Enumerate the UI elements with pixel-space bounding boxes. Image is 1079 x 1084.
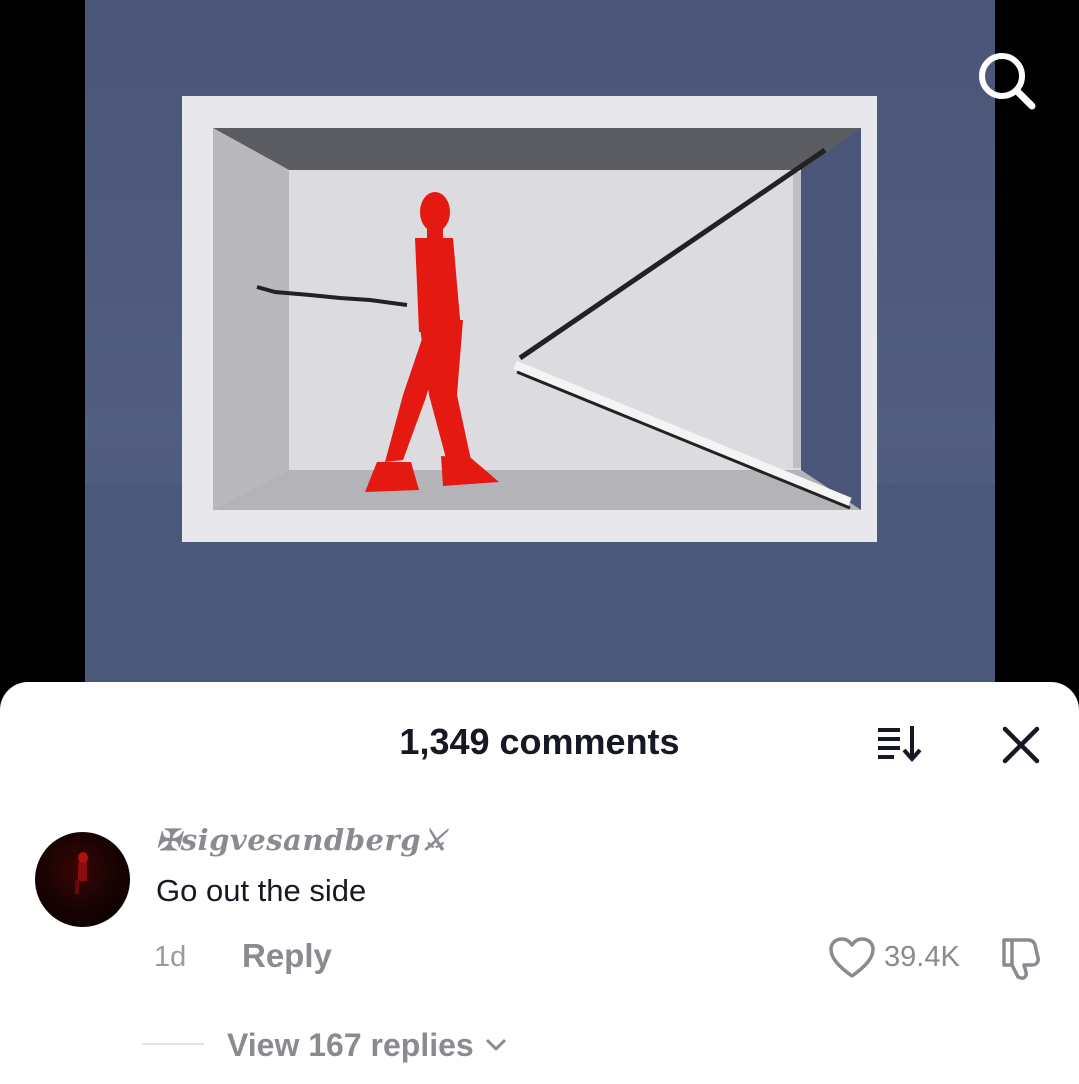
thumbs-down-icon bbox=[1002, 938, 1040, 980]
comments-sheet: 1,349 comments ✠sigvesandberg⚔ Go out th… bbox=[0, 682, 1079, 1084]
sort-button[interactable] bbox=[874, 724, 926, 764]
like-count: 39.4K bbox=[884, 941, 960, 973]
search-icon bbox=[979, 53, 1036, 110]
search-button[interactable] bbox=[972, 44, 1042, 114]
avatar[interactable] bbox=[35, 832, 130, 927]
dislike-button[interactable] bbox=[998, 934, 1046, 982]
reply-button[interactable]: Reply bbox=[242, 937, 332, 975]
replies-divider bbox=[142, 1043, 204, 1045]
heart-icon bbox=[829, 937, 875, 978]
comment-username[interactable]: ✠sigvesandberg⚔ bbox=[156, 822, 447, 858]
comment-text: Go out the side bbox=[156, 873, 367, 908]
video-player[interactable] bbox=[0, 0, 1079, 720]
sort-icon bbox=[878, 726, 922, 763]
view-replies-label: View 167 replies bbox=[227, 1027, 474, 1063]
like-button[interactable] bbox=[828, 936, 876, 980]
view-replies-button[interactable]: View 167 replies bbox=[227, 1026, 508, 1064]
close-button[interactable] bbox=[998, 722, 1044, 768]
comment-time: 1d bbox=[154, 941, 187, 973]
chevron-down-icon bbox=[485, 1038, 506, 1051]
video-scene bbox=[85, 96, 995, 720]
video-frame bbox=[85, 0, 995, 720]
close-icon bbox=[1002, 726, 1040, 764]
